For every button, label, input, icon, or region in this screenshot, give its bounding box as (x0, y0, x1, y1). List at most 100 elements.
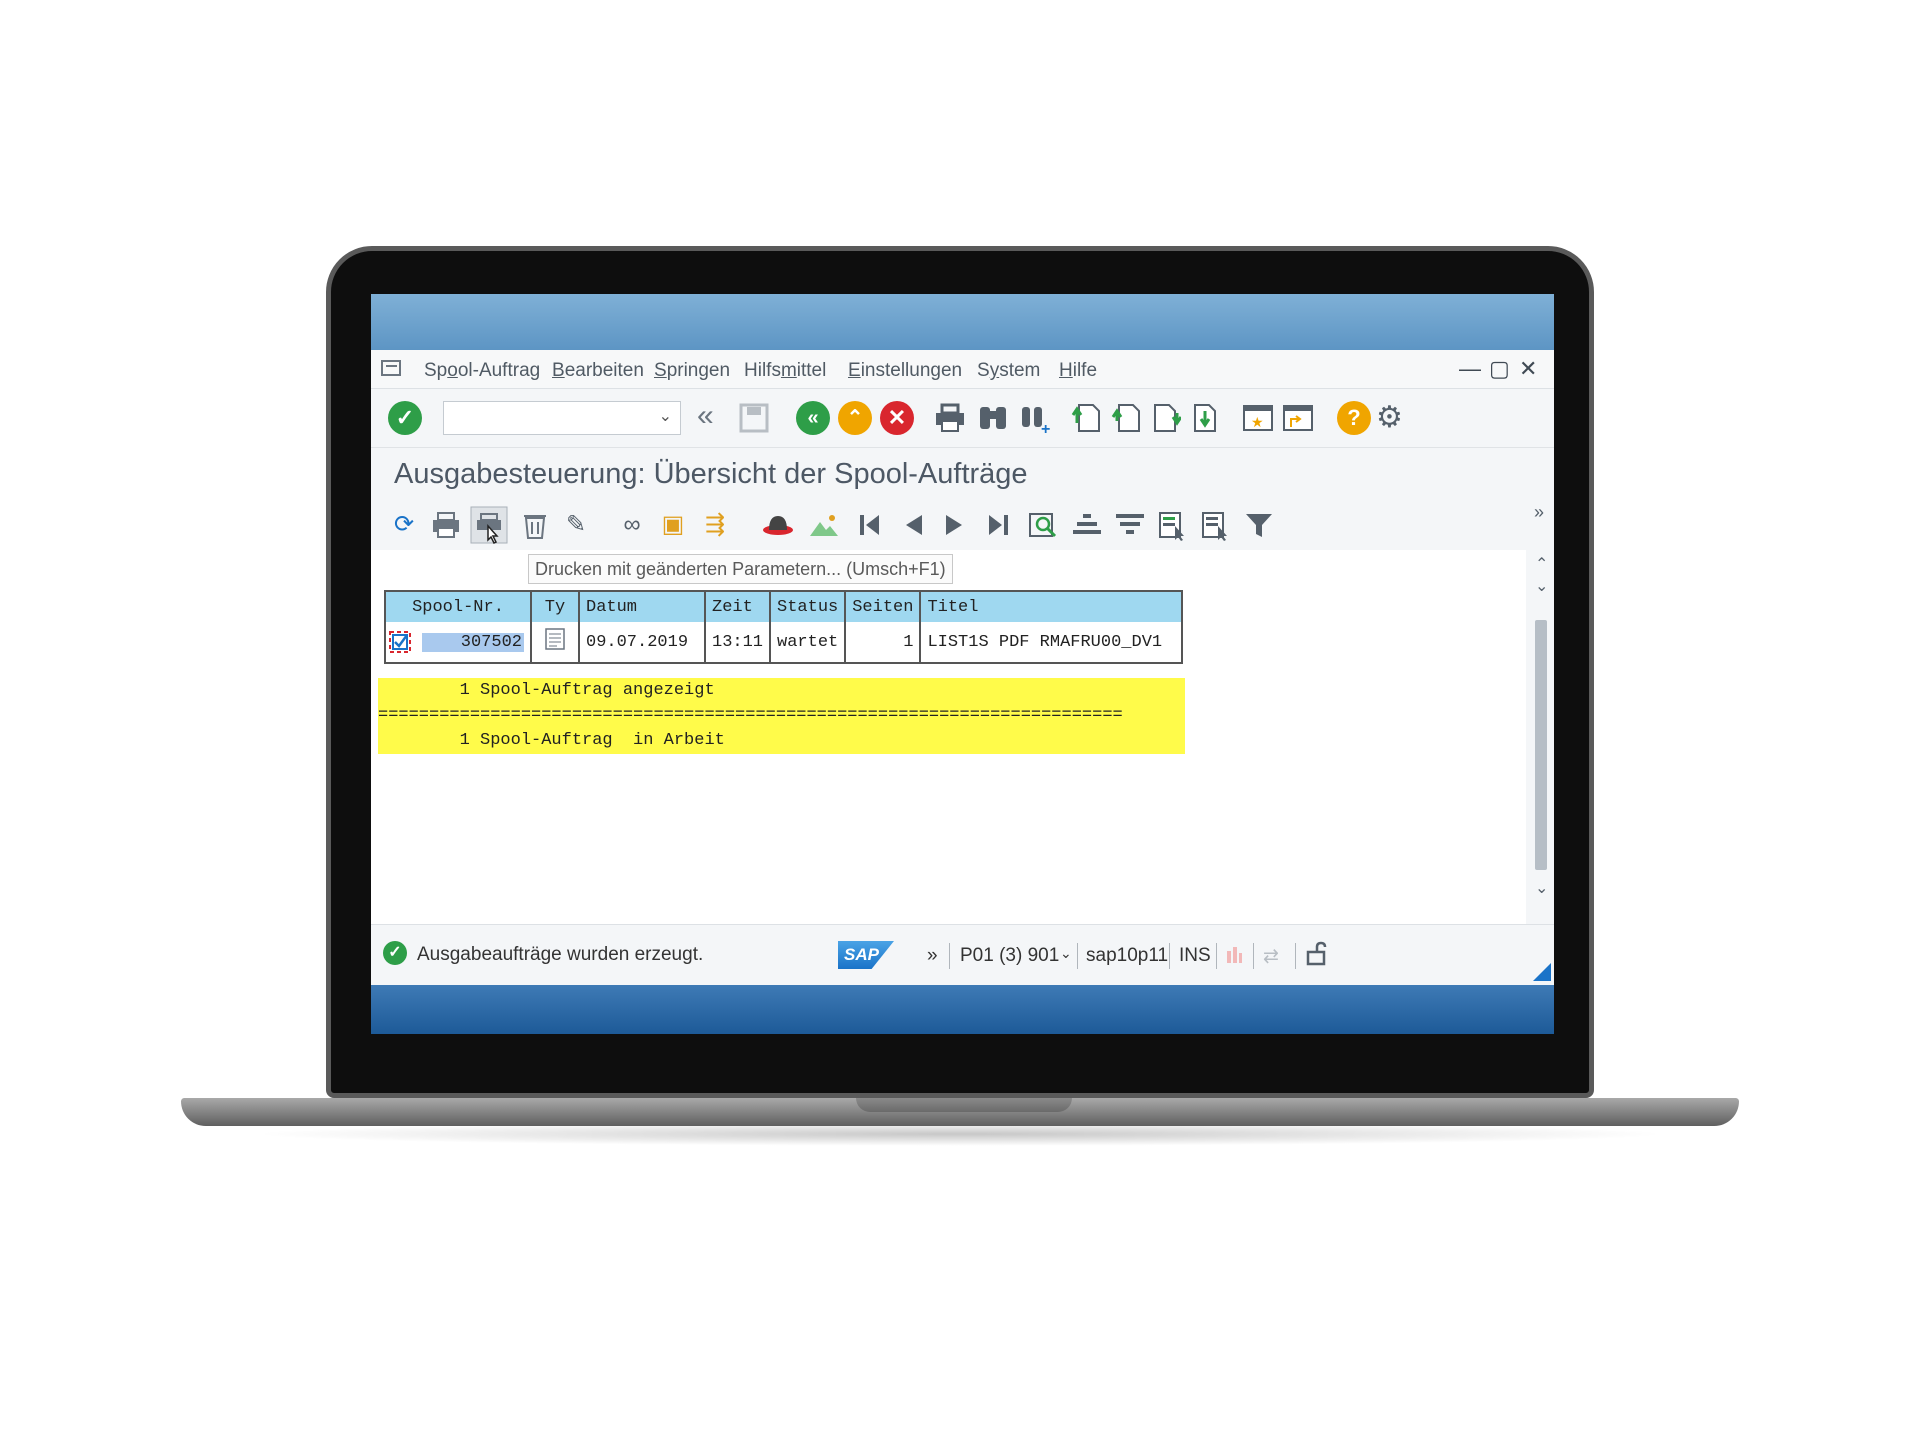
cell-spool-nr[interactable]: 307502 (422, 632, 524, 652)
summary-line-2: 1 Spool-Auftrag in Arbeit (378, 731, 725, 750)
hat-icon[interactable] (761, 512, 795, 538)
previous-page-icon[interactable] (1111, 401, 1141, 435)
scrollbar-thumb[interactable] (1535, 620, 1547, 870)
header-datum[interactable]: Datum (579, 592, 706, 622)
scroll-page-down-icon[interactable]: ⌄ (1535, 878, 1548, 898)
summary-block: 1 Spool-Auftrag angezeigt ===============… (378, 678, 1185, 754)
scroll-down-icon[interactable]: ⌄ (1535, 576, 1548, 596)
enter-check-icon[interactable]: ✓ (388, 401, 422, 435)
performance-icon[interactable] (1224, 943, 1244, 965)
status-separator (1295, 943, 1296, 969)
table-row[interactable]: 307502 09.07.2019 13:11 wartet 1 LIST1S … (386, 622, 1181, 662)
menu-springen[interactable]: Springen (654, 360, 730, 382)
save-icon[interactable] (739, 403, 769, 433)
status-separator (1216, 943, 1217, 969)
status-separator (1169, 943, 1170, 969)
filter-icon[interactable] (1243, 510, 1275, 540)
status-separator (949, 943, 950, 969)
shortcut-icon[interactable] (1281, 401, 1315, 435)
cell-status: wartet (770, 622, 847, 662)
print-icon[interactable] (431, 510, 461, 540)
new-session-icon[interactable]: ★ (1241, 401, 1275, 435)
align-icon[interactable] (1071, 510, 1103, 540)
previous-icon[interactable] (900, 512, 926, 538)
help-icon[interactable]: ? (1337, 401, 1371, 435)
list-content: Drucken mit geänderten Parametern... (Um… (371, 550, 1526, 924)
laptop-notch (856, 1098, 1072, 1112)
next-page-icon[interactable] (1151, 401, 1181, 435)
menu-hilfsmittel[interactable]: Hilfsmittel (744, 360, 826, 382)
chevron-down-icon[interactable]: ⌄ (659, 406, 672, 426)
system-info[interactable]: P01 (3) 901 (960, 945, 1059, 967)
status-message: Ausgabeaufträge wurden erzeugt. (417, 944, 704, 965)
exit-icon[interactable]: ⌃ (838, 401, 872, 435)
header-seiten[interactable]: Seiten (845, 592, 922, 622)
header-zeit[interactable]: Zeit (705, 592, 772, 622)
cell-seiten: 1 (845, 622, 922, 662)
success-check-icon: ✓ (383, 941, 407, 965)
find-icon[interactable] (1028, 510, 1060, 540)
insert-mode[interactable]: INS (1179, 945, 1211, 967)
header-ty[interactable]: Ty (531, 592, 580, 622)
first-icon[interactable] (857, 512, 883, 538)
header-spool-nr[interactable]: Spool-Nr. (386, 592, 532, 622)
last-icon[interactable] (985, 512, 1011, 538)
select-icon[interactable] (1157, 510, 1189, 542)
menu-hilfe[interactable]: Hilfe (1059, 360, 1097, 382)
status-expand-icon[interactable]: » (927, 945, 938, 967)
print-changed-params-icon[interactable] (470, 506, 508, 544)
resize-corner-icon[interactable] (1533, 963, 1551, 981)
more-icon[interactable]: » (1534, 502, 1544, 523)
header-titel[interactable]: Titel (920, 592, 1182, 622)
summary-separator: ========================================… (378, 706, 1123, 725)
back-icon[interactable]: « (796, 401, 830, 435)
print-icon[interactable] (934, 403, 966, 433)
spool-table: Spool-Nr. Ty Datum Zeit Status Seiten Ti… (384, 590, 1184, 664)
filter-list-icon[interactable] (1114, 510, 1146, 540)
last-page-icon[interactable] (1191, 401, 1221, 435)
image-icon[interactable] (808, 510, 840, 540)
tooltip: Drucken mit geänderten Parametern... (Um… (528, 554, 953, 584)
scroll-up-icon[interactable]: ⌃ (1535, 554, 1548, 574)
cancel-icon[interactable]: ✕ (880, 401, 914, 435)
edit-icon[interactable]: ✎ (559, 508, 593, 542)
svg-text:+: + (1041, 421, 1050, 435)
menu-icon[interactable] (381, 360, 403, 378)
close-button[interactable]: ✕ (1519, 356, 1537, 382)
title-area: Ausgabesteuerung: Übersicht der Spool-Au… (371, 448, 1554, 500)
menu-spool-auftrag[interactable]: Spool-Auftrag (424, 360, 540, 382)
output-icon[interactable]: ▣ (656, 508, 690, 542)
find-icon[interactable] (977, 401, 1009, 433)
command-field[interactable]: ⌄ (443, 401, 681, 435)
application-toolbar: ⟳ ✎ ∞ ▣ ⇶ » (371, 500, 1554, 550)
find-next-icon[interactable]: + (1019, 401, 1053, 435)
next-icon[interactable] (942, 512, 968, 538)
header-status[interactable]: Status (770, 592, 847, 622)
select-block-icon[interactable] (1200, 510, 1232, 542)
menu-einstellungen[interactable]: Einstellungen (848, 360, 962, 382)
export-icon[interactable]: ⇶ (698, 508, 732, 542)
system-dropdown-chevron-icon[interactable]: ⌄ (1060, 945, 1072, 962)
server-info: sap10p11 (1086, 945, 1169, 966)
status-bar: ✓ Ausgabeaufträge wurden erzeugt. SAP » … (371, 924, 1554, 985)
summary-line-1: 1 Spool-Auftrag angezeigt (378, 681, 715, 700)
refresh-icon[interactable]: ⟳ (387, 508, 421, 542)
menu-bearbeiten[interactable]: Bearbeiten (552, 360, 644, 382)
checkbox-checked-icon[interactable] (388, 630, 412, 654)
minimize-button[interactable]: — (1459, 356, 1481, 382)
display-glasses-icon[interactable]: ∞ (615, 508, 649, 542)
transfer-icon[interactable]: ⇄ (1263, 945, 1279, 968)
first-page-icon[interactable] (1071, 401, 1101, 435)
cell-titel: LIST1S PDF RMAFRU00_DV1 (927, 632, 1163, 652)
maximize-button[interactable]: ▢ (1489, 356, 1510, 382)
unlock-icon[interactable] (1305, 941, 1329, 967)
delete-icon[interactable] (521, 510, 549, 540)
settings-gear-icon[interactable]: ⚙ (1376, 401, 1410, 435)
back-double-arrow-icon[interactable]: « (697, 401, 731, 435)
desktop-bottom-band (371, 984, 1554, 1034)
menu-system[interactable]: System (977, 360, 1040, 382)
status-separator (1077, 943, 1078, 969)
standard-toolbar: ✓ ⌄ « « ⌃ ✕ + ★ ? ⚙ (371, 389, 1554, 448)
cell-datum: 09.07.2019 (579, 622, 706, 662)
list-document-icon[interactable] (544, 628, 566, 650)
